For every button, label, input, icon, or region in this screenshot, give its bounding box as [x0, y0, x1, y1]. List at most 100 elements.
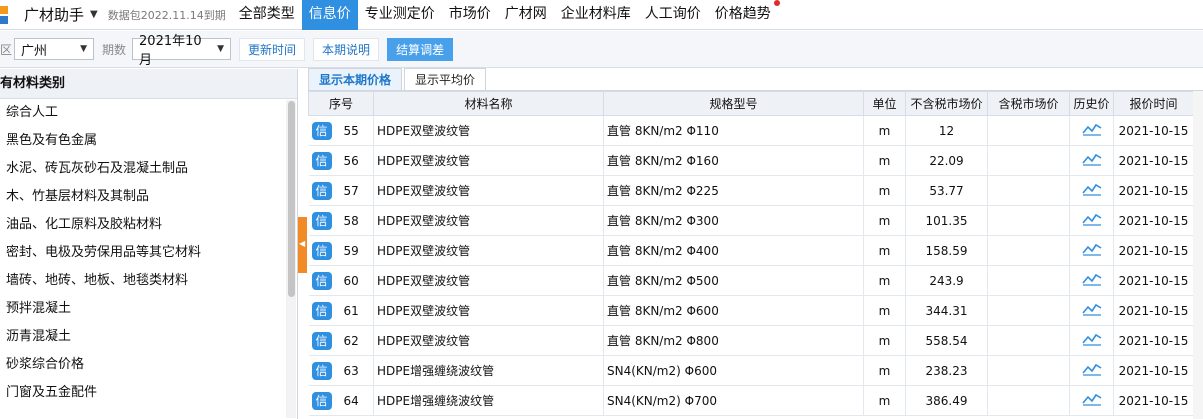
table-row[interactable]: 信 62 HDPE双壁波纹管 直管 8KN/m2 Φ800 m 558.54 2021-10…: [308, 325, 1194, 356]
unit: m: [863, 235, 906, 266]
trend-chart-icon[interactable]: [1081, 122, 1102, 139]
info-badge-icon[interactable]: 信: [311, 181, 332, 200]
table-row[interactable]: 信 61 HDPE双壁波纹管 直管 8KN/m2 Φ600 m 344.31 2021-10…: [308, 295, 1194, 326]
trend-chart-icon[interactable]: [1081, 212, 1102, 229]
tab-market-price[interactable]: 市场价: [442, 0, 498, 30]
info-badge-icon[interactable]: 信: [311, 361, 332, 380]
price-ex-tax: 243.9: [905, 265, 988, 296]
seq-cell: 信 55: [308, 115, 374, 146]
row-seq: 57: [343, 183, 359, 198]
sidebar-item-cement[interactable]: 水泥、砖瓦灰砂石及混凝土制品: [0, 155, 297, 183]
info-badge-icon[interactable]: 信: [311, 391, 332, 410]
table-row[interactable]: 信 56 HDPE双壁波纹管 直管 8KN/m2 Φ160 m 22.09 2021-10-…: [308, 145, 1194, 176]
update-time-button[interactable]: 更新时间: [239, 37, 306, 61]
quote-date: 2021-10-15: [1113, 205, 1194, 236]
app-title[interactable]: 广材助手: [24, 4, 84, 25]
info-badge-icon[interactable]: 信: [311, 331, 332, 350]
price-ex-tax: 558.54: [905, 325, 988, 356]
table-row[interactable]: 信 59 HDPE双壁波纹管 直管 8KN/m2 Φ400 m 158.59 2021-10…: [308, 235, 1194, 266]
chevron-down-icon: ▼: [217, 44, 225, 54]
price-inc-tax: [987, 325, 1070, 356]
sidebar-item-asphalt[interactable]: 沥青混凝土: [0, 323, 297, 351]
tab-enterprise-library[interactable]: 企业材料库: [554, 0, 638, 30]
trend-chart-icon[interactable]: [1081, 332, 1102, 349]
unit: m: [863, 295, 906, 326]
sidebar-item-seals[interactable]: 密封、电极及劳保用品等其它材料: [0, 239, 297, 267]
tab-info-price[interactable]: 信息价: [301, 0, 358, 30]
trend-chart-icon[interactable]: [1081, 242, 1102, 259]
settle-adjust-button[interactable]: 结算调差: [387, 37, 454, 61]
region-select[interactable]: 广州 ▼: [14, 38, 95, 60]
price-ex-tax: 238.23: [905, 355, 988, 386]
sidebar-item-wood[interactable]: 木、竹基层材料及其制品: [0, 183, 297, 211]
sidebar-item-oils[interactable]: 油品、化工原料及胶粘材料: [0, 211, 297, 239]
trend-chart-icon[interactable]: [1081, 272, 1102, 289]
table-row[interactable]: 信 55 HDPE双壁波纹管 直管 8KN/m2 Φ110 m 12 2021-10-15: [308, 115, 1194, 146]
row-seq: 62: [343, 333, 359, 348]
trend-chart-icon[interactable]: [1081, 392, 1102, 409]
top-bar: 广材助手 ▼ 数据包2022.11.14到期 全部类型 信息价 专业测定价 市场…: [0, 0, 1203, 30]
sidebar-item-labor[interactable]: 综合人工: [0, 99, 297, 127]
table-row[interactable]: 信 57 HDPE双壁波纹管 直管 8KN/m2 Φ225 m 53.77 2021-10-…: [308, 175, 1194, 206]
tab-average-price[interactable]: 显示平均价: [404, 68, 487, 90]
info-badge-icon[interactable]: 信: [311, 211, 332, 230]
sidebar-item-metals[interactable]: 黑色及有色金属: [0, 127, 297, 155]
history-cell: [1069, 325, 1114, 356]
sidebar-collapse-handle[interactable]: ◀: [298, 217, 307, 273]
sidebar-item-ready-mix[interactable]: 预拌混凝土: [0, 295, 297, 323]
col-header-seq[interactable]: 序号: [308, 91, 374, 116]
info-badge-icon[interactable]: 信: [311, 301, 332, 320]
col-header-quote-time[interactable]: 报价时间: [1113, 91, 1194, 116]
history-cell: [1069, 235, 1114, 266]
chevron-left-icon: ◀: [299, 239, 306, 248]
tab-price-trend[interactable]: 价格趋势: [708, 0, 780, 30]
tab-current-price[interactable]: 显示本期价格: [308, 68, 403, 90]
sidebar-scrollbar-thumb[interactable]: [288, 101, 295, 297]
table-row[interactable]: 信 64 HDPE增强缠绕波纹管 SN4(KN/m2) Φ700 m 386.49 2021…: [308, 385, 1194, 416]
tab-all-types[interactable]: 全部类型: [232, 0, 302, 30]
info-badge-icon[interactable]: 信: [311, 121, 332, 140]
col-header-history[interactable]: 历史价: [1069, 91, 1114, 116]
sidebar-item-mortar[interactable]: 砂浆综合价格: [0, 351, 297, 379]
info-badge-icon[interactable]: 信: [311, 241, 332, 260]
material-name: HDPE双壁波纹管: [373, 115, 604, 146]
col-header-price-inc-tax[interactable]: 含税市场价: [987, 91, 1070, 116]
chevron-down-icon[interactable]: ▼: [90, 9, 98, 20]
tab-gcw[interactable]: 广材网: [498, 0, 554, 30]
table-row[interactable]: 信 60 HDPE双壁波纹管 直管 8KN/m2 Φ500 m 243.9 2021-10-…: [308, 265, 1194, 296]
row-seq: 61: [343, 303, 359, 318]
col-header-price-ex-tax[interactable]: 不含税市场价: [905, 91, 988, 116]
spec-model: 直管 8KN/m2 Φ110: [603, 115, 864, 146]
info-badge-icon[interactable]: 信: [311, 151, 332, 170]
material-name: HDPE双壁波纹管: [373, 205, 604, 236]
quote-date: 2021-10-15: [1113, 355, 1194, 386]
spec-model: 直管 8KN/m2 Φ500: [603, 265, 864, 296]
table-row[interactable]: 信 58 HDPE双壁波纹管 直管 8KN/m2 Φ300 m 101.35 2021-10…: [308, 205, 1194, 236]
trend-chart-icon[interactable]: [1081, 182, 1102, 199]
sidebar-item-doors[interactable]: 门窗及五金配件: [0, 379, 297, 407]
spec-model: 直管 8KN/m2 Φ225: [603, 175, 864, 206]
seq-cell: 信 61: [308, 295, 374, 326]
period-select[interactable]: 2021年10月 ▼: [132, 34, 232, 68]
period-note-button[interactable]: 本期说明: [313, 37, 380, 61]
sidebar-item-tiles[interactable]: 墙砖、地砖、地板、地毯类材料: [0, 267, 297, 295]
row-seq: 59: [343, 243, 359, 258]
quote-date: 2021-10-15: [1113, 235, 1194, 266]
row-seq: 63: [343, 363, 359, 378]
tab-manual-inquiry[interactable]: 人工询价: [638, 0, 708, 30]
col-header-name[interactable]: 材料名称: [373, 91, 604, 116]
unit: m: [863, 145, 906, 176]
price-ex-tax: 101.35: [905, 205, 988, 236]
quote-date: 2021-10-15: [1113, 385, 1194, 416]
tab-professional-price[interactable]: 专业测定价: [358, 0, 442, 30]
price-inc-tax: [987, 235, 1070, 266]
trend-chart-icon[interactable]: [1081, 362, 1102, 379]
trend-chart-icon[interactable]: [1081, 302, 1102, 319]
seq-cell: 信 64: [308, 385, 374, 416]
info-badge-icon[interactable]: 信: [311, 271, 332, 290]
table-row[interactable]: 信 63 HDPE增强缠绕波纹管 SN4(KN/m2) Φ600 m 238.23 2021…: [308, 355, 1194, 386]
col-header-unit[interactable]: 单位: [863, 91, 906, 116]
col-header-spec[interactable]: 规格型号: [603, 91, 864, 116]
trend-chart-icon[interactable]: [1081, 152, 1102, 169]
table-scrollbar[interactable]: [1193, 91, 1203, 419]
